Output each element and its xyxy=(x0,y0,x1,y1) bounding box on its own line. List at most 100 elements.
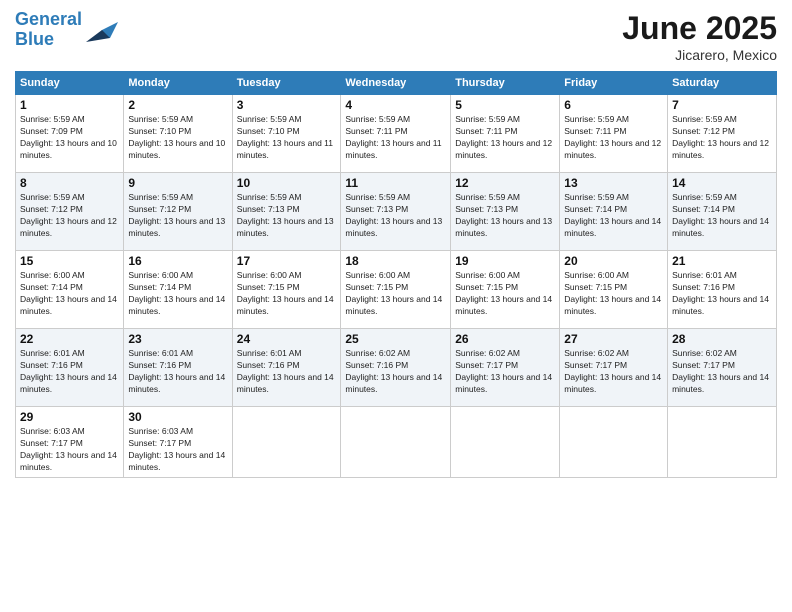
day-number: 21 xyxy=(672,254,772,268)
col-saturday: Saturday xyxy=(668,72,777,95)
logo: General Blue xyxy=(15,10,118,50)
day-number: 30 xyxy=(128,410,227,424)
day-info: Sunrise: 6:01 AM Sunset: 7:16 PM Dayligh… xyxy=(20,348,119,396)
day-number: 10 xyxy=(237,176,337,190)
table-row: 11 Sunrise: 5:59 AM Sunset: 7:13 PM Dayl… xyxy=(341,173,451,251)
day-info: Sunrise: 6:02 AM Sunset: 7:17 PM Dayligh… xyxy=(672,348,772,396)
day-info: Sunrise: 6:02 AM Sunset: 7:16 PM Dayligh… xyxy=(345,348,446,396)
day-number: 3 xyxy=(237,98,337,112)
table-row: 3 Sunrise: 5:59 AM Sunset: 7:10 PM Dayli… xyxy=(232,95,341,173)
day-info: Sunrise: 5:59 AM Sunset: 7:10 PM Dayligh… xyxy=(237,114,337,162)
day-number: 16 xyxy=(128,254,227,268)
day-number: 27 xyxy=(564,332,663,346)
day-info: Sunrise: 6:03 AM Sunset: 7:17 PM Dayligh… xyxy=(128,426,227,474)
day-number: 11 xyxy=(345,176,446,190)
table-row: 22 Sunrise: 6:01 AM Sunset: 7:16 PM Dayl… xyxy=(16,329,124,407)
day-number: 12 xyxy=(455,176,555,190)
table-row: 9 Sunrise: 5:59 AM Sunset: 7:12 PM Dayli… xyxy=(124,173,232,251)
table-row: 23 Sunrise: 6:01 AM Sunset: 7:16 PM Dayl… xyxy=(124,329,232,407)
table-row xyxy=(668,407,777,478)
table-row: 25 Sunrise: 6:02 AM Sunset: 7:16 PM Dayl… xyxy=(341,329,451,407)
day-info: Sunrise: 6:02 AM Sunset: 7:17 PM Dayligh… xyxy=(564,348,663,396)
day-info: Sunrise: 5:59 AM Sunset: 7:13 PM Dayligh… xyxy=(455,192,555,240)
calendar-header-row: Sunday Monday Tuesday Wednesday Thursday… xyxy=(16,72,777,95)
table-row xyxy=(451,407,560,478)
calendar-row: 8 Sunrise: 5:59 AM Sunset: 7:12 PM Dayli… xyxy=(16,173,777,251)
day-info: Sunrise: 6:00 AM Sunset: 7:15 PM Dayligh… xyxy=(455,270,555,318)
col-monday: Monday xyxy=(124,72,232,95)
day-number: 6 xyxy=(564,98,663,112)
col-sunday: Sunday xyxy=(16,72,124,95)
day-info: Sunrise: 6:00 AM Sunset: 7:15 PM Dayligh… xyxy=(345,270,446,318)
day-info: Sunrise: 5:59 AM Sunset: 7:12 PM Dayligh… xyxy=(672,114,772,162)
day-number: 9 xyxy=(128,176,227,190)
table-row: 8 Sunrise: 5:59 AM Sunset: 7:12 PM Dayli… xyxy=(16,173,124,251)
day-info: Sunrise: 6:03 AM Sunset: 7:17 PM Dayligh… xyxy=(20,426,119,474)
day-number: 8 xyxy=(20,176,119,190)
day-number: 13 xyxy=(564,176,663,190)
logo-blue: Blue xyxy=(15,29,54,49)
calendar-body: 1 Sunrise: 5:59 AM Sunset: 7:09 PM Dayli… xyxy=(16,95,777,478)
day-info: Sunrise: 5:59 AM Sunset: 7:14 PM Dayligh… xyxy=(672,192,772,240)
table-row: 7 Sunrise: 5:59 AM Sunset: 7:12 PM Dayli… xyxy=(668,95,777,173)
table-row xyxy=(560,407,668,478)
table-row: 28 Sunrise: 6:02 AM Sunset: 7:17 PM Dayl… xyxy=(668,329,777,407)
month-title: June 2025 xyxy=(622,10,777,47)
day-number: 17 xyxy=(237,254,337,268)
logo-icon xyxy=(86,14,118,46)
title-block: June 2025 Jicarero, Mexico xyxy=(622,10,777,63)
table-row xyxy=(341,407,451,478)
day-number: 24 xyxy=(237,332,337,346)
day-number: 2 xyxy=(128,98,227,112)
day-number: 4 xyxy=(345,98,446,112)
day-info: Sunrise: 5:59 AM Sunset: 7:13 PM Dayligh… xyxy=(237,192,337,240)
table-row: 1 Sunrise: 5:59 AM Sunset: 7:09 PM Dayli… xyxy=(16,95,124,173)
day-info: Sunrise: 5:59 AM Sunset: 7:11 PM Dayligh… xyxy=(564,114,663,162)
day-number: 1 xyxy=(20,98,119,112)
day-info: Sunrise: 5:59 AM Sunset: 7:12 PM Dayligh… xyxy=(128,192,227,240)
day-info: Sunrise: 5:59 AM Sunset: 7:09 PM Dayligh… xyxy=(20,114,119,162)
day-info: Sunrise: 6:02 AM Sunset: 7:17 PM Dayligh… xyxy=(455,348,555,396)
col-thursday: Thursday xyxy=(451,72,560,95)
day-info: Sunrise: 6:00 AM Sunset: 7:14 PM Dayligh… xyxy=(128,270,227,318)
table-row: 27 Sunrise: 6:02 AM Sunset: 7:17 PM Dayl… xyxy=(560,329,668,407)
table-row: 12 Sunrise: 5:59 AM Sunset: 7:13 PM Dayl… xyxy=(451,173,560,251)
table-row xyxy=(232,407,341,478)
table-row: 5 Sunrise: 5:59 AM Sunset: 7:11 PM Dayli… xyxy=(451,95,560,173)
day-number: 14 xyxy=(672,176,772,190)
col-friday: Friday xyxy=(560,72,668,95)
day-number: 25 xyxy=(345,332,446,346)
day-number: 22 xyxy=(20,332,119,346)
table-row: 16 Sunrise: 6:00 AM Sunset: 7:14 PM Dayl… xyxy=(124,251,232,329)
table-row: 17 Sunrise: 6:00 AM Sunset: 7:15 PM Dayl… xyxy=(232,251,341,329)
calendar-row: 22 Sunrise: 6:01 AM Sunset: 7:16 PM Dayl… xyxy=(16,329,777,407)
calendar-row: 29 Sunrise: 6:03 AM Sunset: 7:17 PM Dayl… xyxy=(16,407,777,478)
calendar-row: 1 Sunrise: 5:59 AM Sunset: 7:09 PM Dayli… xyxy=(16,95,777,173)
table-row: 19 Sunrise: 6:00 AM Sunset: 7:15 PM Dayl… xyxy=(451,251,560,329)
day-info: Sunrise: 5:59 AM Sunset: 7:11 PM Dayligh… xyxy=(345,114,446,162)
day-info: Sunrise: 6:00 AM Sunset: 7:14 PM Dayligh… xyxy=(20,270,119,318)
day-info: Sunrise: 5:59 AM Sunset: 7:10 PM Dayligh… xyxy=(128,114,227,162)
header: General Blue June 2025 Jicarero, Mexico xyxy=(15,10,777,63)
col-wednesday: Wednesday xyxy=(341,72,451,95)
day-info: Sunrise: 6:01 AM Sunset: 7:16 PM Dayligh… xyxy=(672,270,772,318)
col-tuesday: Tuesday xyxy=(232,72,341,95)
day-number: 18 xyxy=(345,254,446,268)
day-info: Sunrise: 5:59 AM Sunset: 7:12 PM Dayligh… xyxy=(20,192,119,240)
day-number: 7 xyxy=(672,98,772,112)
calendar-table: Sunday Monday Tuesday Wednesday Thursday… xyxy=(15,71,777,478)
day-number: 23 xyxy=(128,332,227,346)
table-row: 20 Sunrise: 6:00 AM Sunset: 7:15 PM Dayl… xyxy=(560,251,668,329)
table-row: 6 Sunrise: 5:59 AM Sunset: 7:11 PM Dayli… xyxy=(560,95,668,173)
table-row: 18 Sunrise: 6:00 AM Sunset: 7:15 PM Dayl… xyxy=(341,251,451,329)
table-row: 13 Sunrise: 5:59 AM Sunset: 7:14 PM Dayl… xyxy=(560,173,668,251)
table-row: 21 Sunrise: 6:01 AM Sunset: 7:16 PM Dayl… xyxy=(668,251,777,329)
day-number: 28 xyxy=(672,332,772,346)
day-number: 5 xyxy=(455,98,555,112)
table-row: 2 Sunrise: 5:59 AM Sunset: 7:10 PM Dayli… xyxy=(124,95,232,173)
table-row: 29 Sunrise: 6:03 AM Sunset: 7:17 PM Dayl… xyxy=(16,407,124,478)
day-number: 19 xyxy=(455,254,555,268)
table-row: 30 Sunrise: 6:03 AM Sunset: 7:17 PM Dayl… xyxy=(124,407,232,478)
day-info: Sunrise: 6:01 AM Sunset: 7:16 PM Dayligh… xyxy=(237,348,337,396)
page: General Blue June 2025 Jicarero, Mexico … xyxy=(0,0,792,612)
